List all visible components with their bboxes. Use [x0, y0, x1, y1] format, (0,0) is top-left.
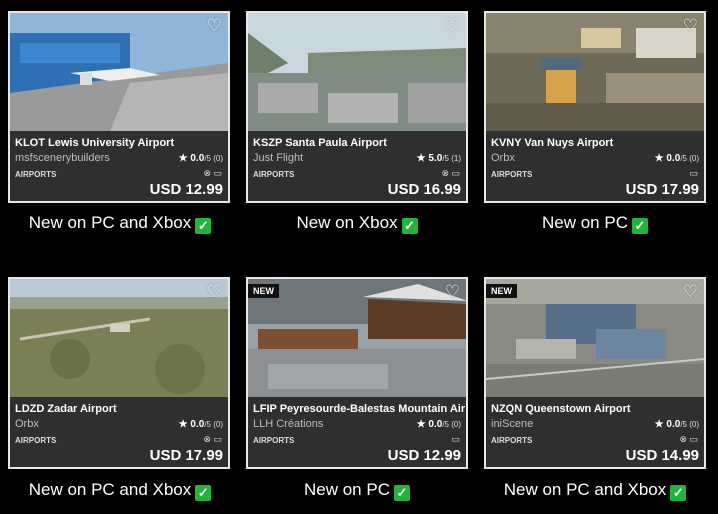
caption: New on Xbox ✓	[237, 213, 477, 234]
price: USD 12.99	[387, 447, 461, 464]
product-title: KSZP Santa Paula Airport	[253, 137, 387, 149]
publisher-name: Just Flight	[253, 152, 304, 164]
new-badge: NEW	[248, 284, 279, 298]
thumbnail-image	[10, 13, 228, 131]
thumbnail-image	[248, 279, 466, 397]
price: USD 12.99	[149, 181, 223, 198]
publisher-name: Orbx	[15, 418, 39, 430]
check-icon: ✓	[195, 485, 212, 501]
publisher-name: msfscenerybuilders	[15, 152, 110, 164]
rating: ★ 0.0/5 (0)	[654, 153, 699, 164]
caption: New on PC and Xbox ✓	[0, 213, 240, 234]
platform-icons: ▭	[689, 168, 698, 178]
rating: ★ 0.0/5 (0)	[178, 153, 223, 164]
product-title: KVNY Van Nuys Airport	[491, 137, 614, 149]
category-label: AIRPORTS	[15, 436, 57, 445]
category-label: AIRPORTS	[15, 170, 57, 179]
publisher-name: Orbx	[491, 152, 515, 164]
publisher-name: iniScene	[491, 418, 534, 430]
platform-icons: ⊗ ▭	[203, 434, 222, 444]
favorite-icon[interactable]: ♡	[445, 283, 460, 300]
platform-icons: ⊗ ▭	[679, 434, 698, 444]
price: USD 17.99	[149, 447, 223, 464]
category-label: AIRPORTS	[253, 436, 295, 445]
platform-icons: ⊗ ▭	[441, 168, 460, 178]
favorite-icon[interactable]: ♡	[445, 17, 460, 34]
check-icon: ✓	[195, 218, 212, 234]
platform-icons: ⊗ ▭	[203, 168, 222, 178]
rating: ★ 0.0/5 (0)	[654, 419, 699, 430]
caption: New on PC ✓	[237, 480, 477, 501]
category-label: AIRPORTS	[491, 170, 533, 179]
new-badge: NEW	[486, 284, 517, 298]
product-title: LDZD Zadar Airport	[15, 403, 117, 415]
rating: ★ 0.0/5 (0)	[416, 419, 461, 430]
product-title: KLOT Lewis University Airport	[15, 137, 175, 149]
product-title: LFIP Peyresourde-Balestas Mountain Airfi…	[253, 403, 465, 415]
caption: New on PC and Xbox ✓	[0, 480, 240, 501]
platform-icons: ▭	[451, 434, 460, 444]
favorite-icon[interactable]: ♡	[683, 17, 698, 34]
product-card-lfip[interactable]: NEW ♡ LFIP Peyresourde-Balestas Mountain…	[246, 277, 468, 469]
product-card-ldzd[interactable]: ♡ LDZD Zadar Airport Orbx ★ 0.0/5 (0) AI…	[8, 277, 230, 469]
thumbnail-image	[486, 279, 704, 397]
check-icon: ✓	[401, 218, 418, 234]
product-card-klot[interactable]: ♡ KLOT Lewis University Airport msfscene…	[8, 11, 230, 203]
check-icon: ✓	[631, 218, 648, 234]
favorite-icon[interactable]: ♡	[683, 283, 698, 300]
caption: New on PC ✓	[475, 213, 715, 234]
rating: ★ 5.0/5 (1)	[416, 153, 461, 164]
thumbnail-image	[486, 13, 704, 131]
price: USD 16.99	[387, 181, 461, 198]
thumbnail-image	[10, 279, 228, 397]
rating: ★ 0.0/5 (0)	[178, 419, 223, 430]
publisher-name: LLH Créations	[253, 418, 324, 430]
category-label: AIRPORTS	[491, 436, 533, 445]
category-label: AIRPORTS	[253, 170, 295, 179]
check-icon: ✓	[670, 485, 687, 501]
favorite-icon[interactable]: ♡	[207, 283, 222, 300]
price: USD 17.99	[625, 181, 699, 198]
caption: New on PC and Xbox ✓	[475, 480, 715, 501]
check-icon: ✓	[393, 485, 410, 501]
product-card-kszp[interactable]: ♡ KSZP Santa Paula Airport Just Flight ★…	[246, 11, 468, 203]
product-card-kvny[interactable]: ♡ KVNY Van Nuys Airport Orbx ★ 0.0/5 (0)…	[484, 11, 706, 203]
product-card-nzqn[interactable]: NEW ♡ NZQN Queenstown Airport iniScene ★…	[484, 277, 706, 469]
price: USD 14.99	[625, 447, 699, 464]
thumbnail-image	[248, 13, 466, 131]
product-title: NZQN Queenstown Airport	[491, 403, 631, 415]
favorite-icon[interactable]: ♡	[207, 17, 222, 34]
